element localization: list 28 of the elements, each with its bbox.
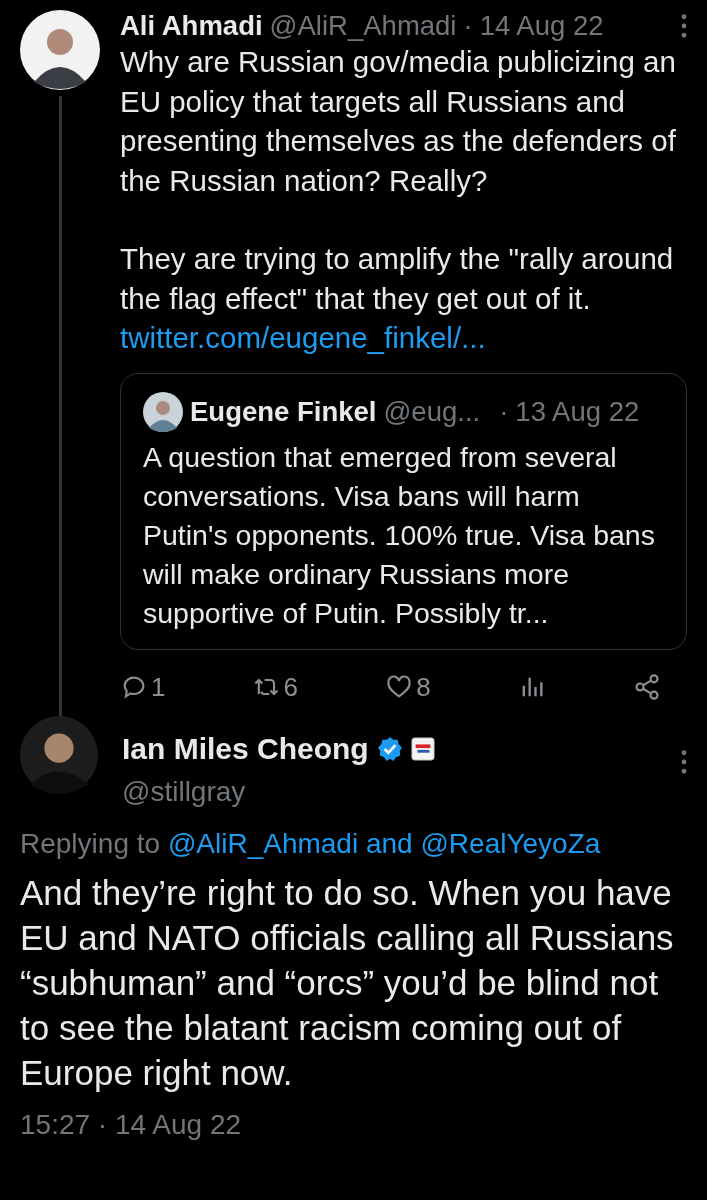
replying-to-text: Replying to @AliR_Ahmadi and @RealYeyoZa <box>20 828 602 860</box>
quoted-tweet-card[interactable] <box>120 372 687 650</box>
author-handle[interactable]: @stillgray <box>122 776 687 808</box>
tweet-text: They are trying to amplify the "rally around the flag effect" that they get out of it. twitter.com/eugene_finkel/... <box>120 241 675 356</box>
avatar[interactable] <box>20 716 98 794</box>
tweet-date: 14 Aug 22 <box>479 10 604 42</box>
more-icon[interactable] <box>681 750 687 774</box>
quoted-text: A question that emerged from several conversations. Visa bans will harm Putin's opponents. 100% true. Visa bans will make ordinary Russians more supportive of Putin. Possibly tr... <box>143 439 656 631</box>
separator-dot: · <box>499 395 509 428</box>
quoted-date: 13 Aug 22 <box>515 395 640 428</box>
avatar[interactable] <box>20 10 100 90</box>
tweet-text: And they’re right to do so. When you have EU and NATO officials calling all Russians “subhuman” and “orcs” you’d be blind not to see the blatant racism coming out of Europe right now. <box>20 872 675 1094</box>
quoted-author-name: Eugene Finkel <box>190 395 377 428</box>
separator-dot: · <box>463 10 473 42</box>
tweet-link[interactable]: twitter.com/eugene_finkel/... <box>120 321 486 354</box>
like-button[interactable]: 8 <box>385 671 431 703</box>
quoted-author-handle: @eug... <box>383 395 481 428</box>
author-handle[interactable]: @AliR_Ahmadi <box>269 10 457 42</box>
mentioned-users-link[interactable]: @AliR_Ahmadi and @RealYeyoZa <box>167 828 601 859</box>
tweet-timestamp: 15:27 · 14 Aug 22 <box>20 1109 243 1141</box>
tweet-text: Why are Russian gov/media publicizing an EU policy that targets all Russians and presenting themselves as the defenders of the Russian nation? Really? <box>120 44 677 199</box>
more-icon[interactable] <box>681 14 687 38</box>
author-name[interactable]: Ian Miles Cheong <box>122 732 369 766</box>
affiliation-badge-icon[interactable] <box>410 737 435 761</box>
quoted-avatar <box>143 391 183 432</box>
reply-button[interactable]: 1 <box>120 671 166 703</box>
author-name[interactable]: Ali Ahmadi <box>120 10 263 42</box>
retweet-button[interactable]: 6 <box>252 671 299 703</box>
